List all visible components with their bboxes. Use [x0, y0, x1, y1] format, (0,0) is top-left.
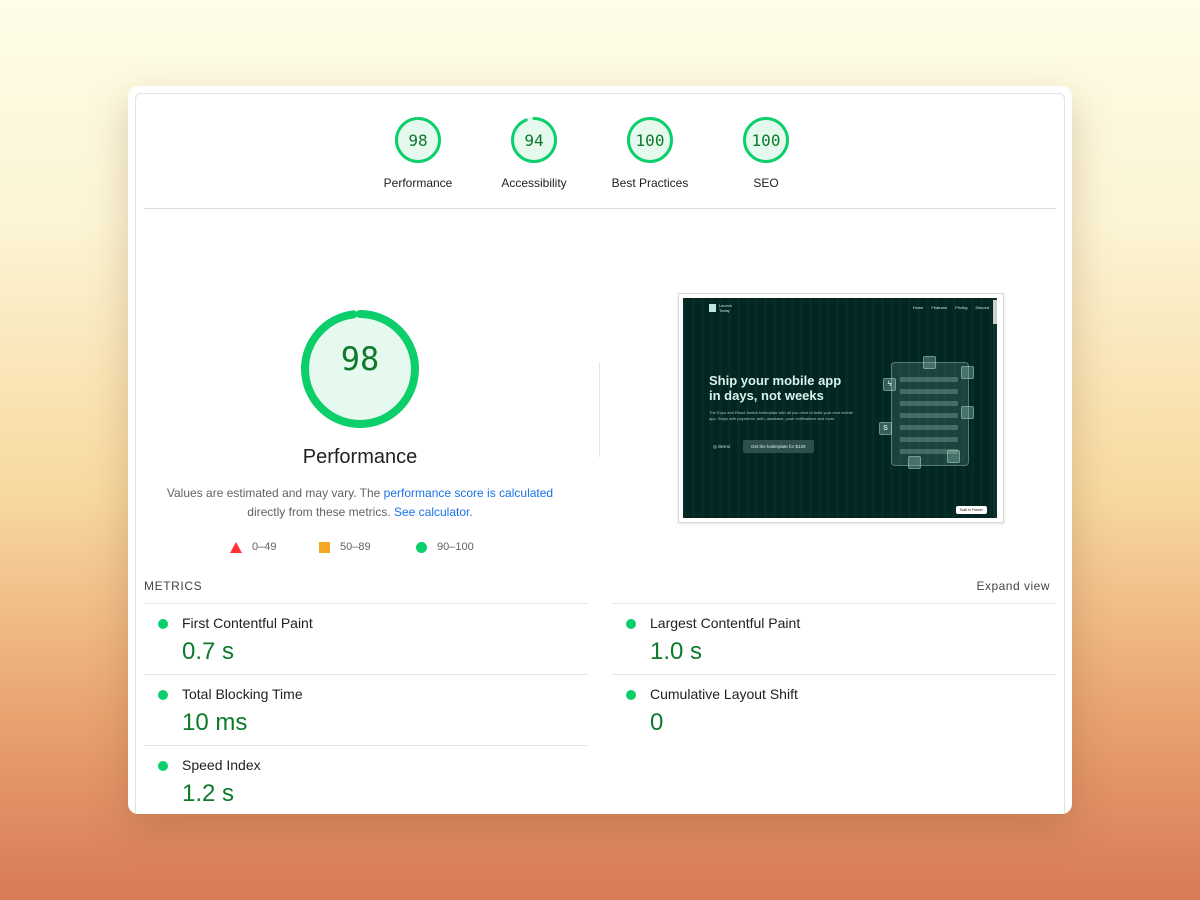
nav-item: Home	[912, 305, 924, 310]
gauge-score: 94	[524, 131, 544, 150]
mock-row	[900, 437, 958, 442]
metric-label: Speed Index	[182, 757, 261, 773]
metric-lcp: Largest Contentful Paint 1.0 s	[612, 603, 1056, 674]
desc-text: directly from these metrics.	[247, 505, 394, 519]
square-icon	[319, 541, 330, 553]
metric-cls: Cumulative Layout Shift 0	[612, 674, 1056, 745]
score-summary: 98 Performance 94 Accessibility 100 Best…	[136, 94, 1064, 209]
gauge-score: 100	[751, 131, 781, 150]
screenshot-logo: Launch Today	[719, 303, 733, 313]
mock-row	[900, 413, 958, 418]
nav-item: Features	[931, 305, 948, 310]
gauge-score: 98	[408, 131, 428, 150]
legend-average: 50–89	[319, 541, 371, 553]
metric-si: Speed Index 1.2 s	[144, 745, 588, 814]
final-screenshot[interactable]: Launch Today Home Features Pricing Disco…	[678, 293, 1004, 523]
pass-circle-icon	[626, 690, 636, 700]
score-calculated-link[interactable]: performance score is calculated	[384, 486, 553, 500]
logo-icon	[709, 304, 716, 312]
gauge-label: Accessibility	[501, 176, 567, 190]
legend-range: 0–49	[252, 541, 277, 553]
metric-label: Total Blocking Time	[182, 686, 303, 702]
metric-value: 1.2 s	[182, 780, 235, 807]
metric-label: First Contentful Paint	[182, 615, 313, 631]
hero-line: Ship your mobile app	[709, 373, 842, 388]
nav-item: Discord	[975, 305, 989, 310]
gauge-best-practices[interactable]: 100 Best Practices	[590, 116, 710, 190]
see-calculator-link[interactable]: See calculator.	[394, 505, 473, 519]
metric-value: 0	[650, 709, 664, 736]
demo-label: Demo	[718, 444, 731, 449]
desc-text: Values are estimated and may vary. The	[166, 486, 384, 500]
performance-score: 98	[340, 340, 380, 378]
mock-row	[900, 389, 958, 394]
metric-value: 10 ms	[182, 709, 248, 736]
screenshot-scrollbar	[993, 298, 997, 518]
gauge-score: 100	[635, 131, 665, 150]
pass-circle-icon	[158, 619, 168, 629]
lighthouse-report-card: 98 Performance 94 Accessibility 100 Best…	[128, 86, 1072, 814]
screenshot-hero-subtitle: The Expo and React Native boilerplate wi…	[709, 410, 853, 421]
stripe-icon: S	[879, 422, 892, 435]
metric-label: Cumulative Layout Shift	[650, 686, 798, 702]
screenshot-demo: ◎ Demo	[713, 444, 731, 449]
gauge-label: Performance	[383, 176, 453, 190]
app-icon	[961, 366, 974, 379]
screenshot-badge: Built in Framer	[956, 506, 987, 514]
gauge-performance[interactable]: 98 Performance	[358, 116, 478, 190]
gauge-label: SEO	[753, 176, 779, 190]
screenshot-scroll-thumb	[993, 300, 997, 324]
nav-item: Pricing	[955, 305, 968, 310]
legend-pass: 90–100	[416, 541, 474, 553]
gauge-seo[interactable]: 100 SEO	[706, 116, 826, 190]
metric-fcp: First Contentful Paint 0.7 s	[144, 603, 588, 674]
pass-circle-icon	[158, 690, 168, 700]
expand-view-button[interactable]: Expand view	[976, 579, 1050, 593]
app-icon	[961, 406, 974, 419]
legend-fail: 0–49	[230, 541, 276, 553]
app-icon	[923, 356, 936, 369]
mock-row	[900, 377, 958, 382]
metric-tbt: Total Blocking Time 10 ms	[144, 674, 588, 745]
screenshot-hero-title: Ship your mobile app in days, not weeks	[709, 373, 879, 403]
screenshot-cta: Get the boilerplate for $129	[743, 440, 814, 453]
legend-range: 90–100	[437, 541, 474, 553]
legend-range: 50–89	[340, 541, 371, 553]
app-icon	[908, 456, 921, 469]
metric-value: 1.0 s	[650, 638, 703, 665]
app-icon	[947, 450, 960, 463]
triangle-icon	[230, 541, 242, 553]
pass-circle-icon	[158, 761, 168, 771]
hero-line: in days, not weeks	[709, 388, 824, 403]
performance-title: Performance	[302, 446, 418, 468]
metric-value: 0.7 s	[182, 638, 235, 665]
circle-icon	[416, 541, 427, 553]
screenshot-nav: Home Features Pricing Discord	[913, 305, 989, 310]
metrics-heading: METRICS	[144, 579, 203, 593]
summary-divider	[144, 208, 1056, 209]
mock-row	[900, 401, 958, 406]
pass-circle-icon	[626, 619, 636, 629]
mock-row	[900, 425, 958, 430]
performance-description: Values are estimated and may vary. The p…	[150, 484, 570, 522]
vertical-separator	[599, 362, 600, 457]
report-panel: 98 Performance 94 Accessibility 100 Best…	[135, 93, 1065, 814]
bolt-icon: ϟ	[883, 378, 896, 391]
screenshot-image: Launch Today Home Features Pricing Disco…	[683, 298, 997, 518]
score-legend: 0–49 50–89 90–100	[136, 541, 596, 557]
gauge-label: Best Practices	[611, 176, 689, 190]
metric-label: Largest Contentful Paint	[650, 615, 801, 631]
gauge-accessibility[interactable]: 94 Accessibility	[474, 116, 594, 190]
